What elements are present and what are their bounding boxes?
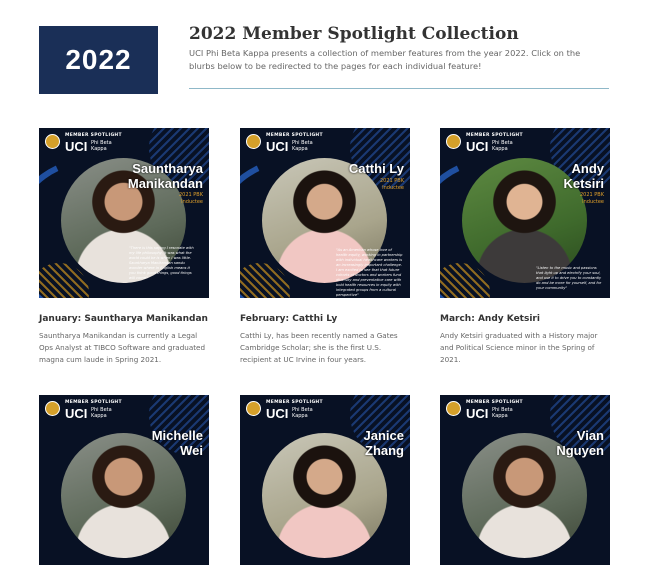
pbk-seal-icon xyxy=(446,134,461,149)
member-name: Vian Nguyen xyxy=(556,428,604,458)
spotlight-card[interactable]: MEMBER SPOTLIGHT UCI Phi Beta Kappa Jani… xyxy=(240,395,410,565)
spotlight-card[interactable]: MEMBER SPOTLIGHT UCI Phi Beta Kappa Vian… xyxy=(440,395,610,565)
spotlight-title[interactable]: March: Andy Ketsiri xyxy=(440,314,540,324)
spotlight-title[interactable]: February: Catthi Ly xyxy=(240,314,337,324)
member-name: Catthi Ly xyxy=(348,161,404,176)
hero-badge: 2022 xyxy=(39,26,158,94)
pbk-seal-icon xyxy=(246,134,261,149)
spotlight-description: Andy Ketsiri graduated with a History ma… xyxy=(440,331,598,364)
uci-logo: UCI xyxy=(65,406,88,421)
divider xyxy=(189,88,609,89)
spotlight-label: MEMBER SPOTLIGHT xyxy=(65,400,122,405)
member-name: Andy Ketsiri xyxy=(563,161,604,191)
chapter-label: Phi Beta Kappa xyxy=(91,140,112,152)
spotlight-label: MEMBER SPOTLIGHT xyxy=(466,400,523,405)
spotlight-card[interactable]: MEMBER SPOTLIGHT UCI Phi Beta Kappa Andy… xyxy=(440,128,610,364)
chapter-label: Phi Beta Kappa xyxy=(292,140,313,152)
spotlight-card[interactable]: MEMBER SPOTLIGHT UCI Phi Beta Kappa Catt… xyxy=(240,128,410,364)
member-name: Michelle Wei xyxy=(151,428,203,458)
spotlight-label: MEMBER SPOTLIGHT xyxy=(466,133,523,138)
member-name: Janice Zhang xyxy=(363,428,404,458)
uci-logo: UCI xyxy=(466,139,489,154)
spotlight-card[interactable]: MEMBER SPOTLIGHT UCI Phi Beta Kappa Saun… xyxy=(39,128,209,364)
spotlight-image[interactable]: MEMBER SPOTLIGHT UCI Phi Beta Kappa Catt… xyxy=(240,128,410,298)
spotlight-image[interactable]: MEMBER SPOTLIGHT UCI Phi Beta Kappa Vian… xyxy=(440,395,610,565)
chapter-label: Phi Beta Kappa xyxy=(492,407,513,419)
chapter-label: Phi Beta Kappa xyxy=(292,407,313,419)
pbk-seal-icon xyxy=(446,401,461,416)
spotlight-label: MEMBER SPOTLIGHT xyxy=(65,133,122,138)
inductee-label: 2021 PBK Inductee xyxy=(379,178,404,191)
spotlight-card[interactable]: MEMBER SPOTLIGHT UCI Phi Beta Kappa Mich… xyxy=(39,395,209,565)
chapter-label: Phi Beta Kappa xyxy=(91,407,112,419)
pbk-seal-icon xyxy=(246,401,261,416)
member-name: Sauntharya Manikandan xyxy=(127,161,203,191)
spotlight-description: Catthi Ly, has been recently named a Gat… xyxy=(240,331,398,364)
spotlight-description: Sauntharya Manikandan is currently a Leg… xyxy=(39,331,206,364)
hero-badge-text: 2022 xyxy=(65,44,132,75)
member-quote: "As an American whose love of health equ… xyxy=(336,248,403,297)
chapter-label: Phi Beta Kappa xyxy=(492,140,513,152)
spotlight-image[interactable]: MEMBER SPOTLIGHT UCI Phi Beta Kappa Mich… xyxy=(39,395,209,565)
member-quote: "There is this saying I resonate with my… xyxy=(129,246,194,280)
spotlight-image[interactable]: MEMBER SPOTLIGHT UCI Phi Beta Kappa Saun… xyxy=(39,128,209,298)
inductee-label: 2021 PBK Inductee xyxy=(178,192,203,205)
page-title: 2022 Member Spotlight Collection xyxy=(189,24,519,44)
uci-logo: UCI xyxy=(266,406,289,421)
member-quote: "Listen to the music and passions that l… xyxy=(536,266,602,290)
spotlight-label: MEMBER SPOTLIGHT xyxy=(266,400,323,405)
spotlight-title[interactable]: January: Sauntharya Manikandan xyxy=(39,314,208,324)
spotlight-label: MEMBER SPOTLIGHT xyxy=(266,133,323,138)
spotlight-image[interactable]: MEMBER SPOTLIGHT UCI Phi Beta Kappa Jani… xyxy=(240,395,410,565)
uci-logo: UCI xyxy=(65,139,88,154)
spotlight-image[interactable]: MEMBER SPOTLIGHT UCI Phi Beta Kappa Andy… xyxy=(440,128,610,298)
pbk-seal-icon xyxy=(45,401,60,416)
pbk-seal-icon xyxy=(45,134,60,149)
uci-logo: UCI xyxy=(466,406,489,421)
page-description: UCI Phi Beta Kappa presents a collection… xyxy=(189,48,581,71)
inductee-label: 2021 PBK Inductee xyxy=(579,192,604,205)
uci-logo: UCI xyxy=(266,139,289,154)
